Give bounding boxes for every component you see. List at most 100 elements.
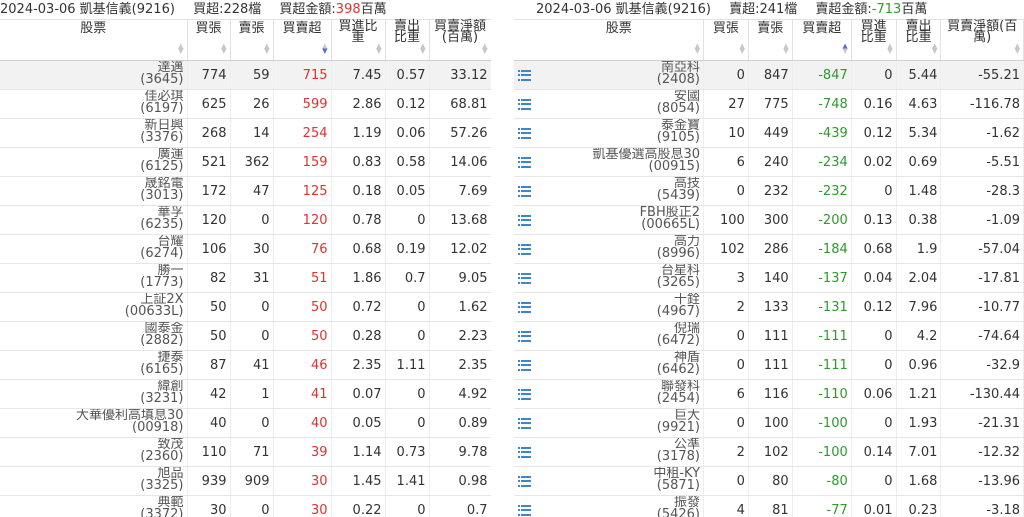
stock-cell[interactable]: 致茂 (2360) <box>0 437 188 467</box>
row-detail-button[interactable] <box>514 379 535 409</box>
stock-cell[interactable]: 聯發科 (2454) <box>534 379 705 409</box>
stock-code: (5871) <box>656 478 701 493</box>
row-detail-button[interactable] <box>514 495 535 517</box>
table-row[interactable]: 泰金寶 (9105) 10 449 -439 0.12 5.34 -1.62 <box>514 118 1024 148</box>
stock-cell[interactable]: 新日興 (3376) <box>0 118 188 148</box>
table-row[interactable]: 勝一 (1773) 82 31 51 1.86 0.7 9.05 <box>0 263 491 293</box>
stock-cell[interactable]: 緯創 (3231) <box>0 379 188 409</box>
row-detail-button[interactable] <box>514 118 535 148</box>
column-header-amount[interactable]: 買賣淨額(百萬) ▲ ▼ <box>940 19 1024 61</box>
stock-cell[interactable]: 倪瑞 (6472) <box>534 321 705 351</box>
row-detail-button[interactable] <box>514 292 535 322</box>
table-row[interactable]: 南亞科 (2408) 0 847 -847 0 5.44 -55.21 <box>514 60 1024 90</box>
row-detail-button[interactable] <box>514 350 535 380</box>
table-row[interactable]: 新日興 (3376) 268 14 254 1.19 0.06 57.26 <box>0 118 491 148</box>
column-header-sell-ratio[interactable]: 賣出比重 ▲ ▼ <box>896 19 942 61</box>
stock-cell[interactable]: 高技 (5439) <box>534 176 705 206</box>
table-row[interactable]: 緯創 (3231) 42 1 41 0.07 0 4.92 <box>0 379 491 409</box>
row-detail-button[interactable] <box>514 60 535 90</box>
table-row[interactable]: 上証2X (00633L) 50 0 50 0.72 0 1.62 <box>0 292 491 322</box>
row-detail-button[interactable] <box>514 205 535 235</box>
row-detail-button[interactable] <box>514 234 535 264</box>
stock-cell[interactable]: 公準 (3178) <box>534 437 705 467</box>
column-header-sell-ratio[interactable]: 賣出比重 ▲ ▼ <box>385 19 430 61</box>
buy-lots-cell: 0 <box>703 350 749 380</box>
table-row[interactable]: FBH股正2 (00665L) 100 300 -200 0.13 0.38 -1.09 <box>514 205 1024 235</box>
stock-cell[interactable]: 旭品 (3325) <box>0 466 188 496</box>
column-header-net[interactable]: 買賣超 ▲ ▼ <box>273 19 332 61</box>
row-detail-button[interactable] <box>514 321 535 351</box>
stock-cell[interactable]: 勝一 (1773) <box>0 263 188 293</box>
stock-cell[interactable]: 廣運 (6125) <box>0 147 188 177</box>
stock-cell[interactable]: 十銓 (4967) <box>534 292 705 322</box>
stock-cell[interactable]: 台星科 (3265) <box>534 263 705 293</box>
stock-cell[interactable]: 佳必琪 (6197) <box>0 89 188 119</box>
stock-cell[interactable]: 神盾 (6462) <box>534 350 705 380</box>
table-row[interactable]: 十銓 (4967) 2 133 -131 0.12 7.96 -10.77 <box>514 292 1024 322</box>
stock-cell[interactable]: 上証2X (00633L) <box>0 292 188 322</box>
table-row[interactable]: 捷泰 (6165) 87 41 46 2.35 1.11 2.35 <box>0 350 491 380</box>
table-row[interactable]: 巨大 (9921) 0 100 -100 0 1.93 -21.31 <box>514 408 1024 438</box>
stock-cell[interactable]: 高力 (8996) <box>534 234 705 264</box>
table-row[interactable]: 晟銘電 (3013) 172 47 125 0.18 0.05 7.69 <box>0 176 491 206</box>
column-header-sell[interactable]: 賣張 ▲ ▼ <box>230 19 274 61</box>
sell-lots-cell: 26 <box>230 89 274 119</box>
stock-cell[interactable]: 中租-KY (5871) <box>534 466 705 496</box>
column-header-buy[interactable]: 買張 ▲ ▼ <box>187 19 231 61</box>
row-detail-button[interactable] <box>514 263 535 293</box>
column-header-buy[interactable]: 買張 ▲ ▼ <box>703 19 749 61</box>
sell-ratio-cell: 0.38 <box>896 205 942 235</box>
table-row[interactable]: 致茂 (2360) 110 71 39 1.14 0.73 9.78 <box>0 437 491 467</box>
table-row[interactable]: 典範 (3372) 30 0 30 0.22 0 0.7 <box>0 495 491 517</box>
row-detail-button[interactable] <box>514 89 535 119</box>
row-detail-button[interactable] <box>514 408 535 438</box>
table-row[interactable]: 台耀 (6274) 106 30 76 0.68 0.19 12.02 <box>0 234 491 264</box>
stock-cell[interactable]: 國泰金 (2882) <box>0 321 188 351</box>
stock-cell[interactable]: 凱基優選高股息30 (00915) <box>534 147 705 177</box>
stock-cell[interactable]: 振發 (5426) <box>534 495 705 517</box>
table-row[interactable]: 高力 (8996) 102 286 -184 0.68 1.9 -57.04 <box>514 234 1024 264</box>
table-row[interactable]: 安國 (8054) 27 775 -748 0.16 4.63 -116.78 <box>514 89 1024 119</box>
stock-cell[interactable]: 華孚 (6235) <box>0 205 188 235</box>
stock-cell[interactable]: 巨大 (9921) <box>534 408 705 438</box>
table-row[interactable]: 振發 (5426) 4 81 -77 0.01 0.23 -3.18 <box>514 495 1024 517</box>
stock-cell[interactable]: 典範 (3372) <box>0 495 188 517</box>
table-row[interactable]: 高技 (5439) 0 232 -232 0 1.48 -28.3 <box>514 176 1024 206</box>
row-detail-button[interactable] <box>514 176 535 206</box>
stock-cell[interactable]: 泰金寶 (9105) <box>534 118 705 148</box>
stock-cell[interactable]: 達邁 (3645) <box>0 60 188 90</box>
stock-cell[interactable]: 台耀 (6274) <box>0 234 188 264</box>
table-row[interactable]: 神盾 (6462) 0 111 -111 0 0.96 -32.9 <box>514 350 1024 380</box>
table-row[interactable]: 國泰金 (2882) 50 0 50 0.28 0 2.23 <box>0 321 491 351</box>
stock-cell[interactable]: 南亞科 (2408) <box>534 60 705 90</box>
table-row[interactable]: 大華優利高填息30 (00918) 40 0 40 0.05 0 0.89 <box>0 408 491 438</box>
table-row[interactable]: 佳必琪 (6197) 625 26 599 2.86 0.12 68.81 <box>0 89 491 119</box>
stock-cell[interactable]: 大華優利高填息30 (00918) <box>0 408 188 438</box>
row-detail-button[interactable] <box>514 437 535 467</box>
table-row[interactable]: 達邁 (3645) 774 59 715 7.45 0.57 33.12 <box>0 60 491 90</box>
table-row[interactable]: 華孚 (6235) 120 0 120 0.78 0 13.68 <box>0 205 491 235</box>
table-row[interactable]: 中租-KY (5871) 0 80 -80 0 1.68 -13.96 <box>514 466 1024 496</box>
table-row[interactable]: 聯發科 (2454) 6 116 -110 0.06 1.21 -130.44 <box>514 379 1024 409</box>
table-row[interactable]: 倪瑞 (6472) 0 111 -111 0 4.2 -74.64 <box>514 321 1024 351</box>
table-row[interactable]: 台星科 (3265) 3 140 -137 0.04 2.04 -17.81 <box>514 263 1024 293</box>
stock-cell[interactable]: 晟銘電 (3013) <box>0 176 188 206</box>
column-header-amount[interactable]: 買賣淨額(百萬) ▲ ▼ <box>429 19 491 61</box>
table-row[interactable]: 廣運 (6125) 521 362 159 0.83 0.58 14.06 <box>0 147 491 177</box>
table-row[interactable]: 凱基優選高股息30 (00915) 6 240 -234 0.02 0.69 -5.51 <box>514 147 1024 177</box>
row-detail-button[interactable] <box>514 466 535 496</box>
column-header-buy-ratio[interactable]: 買進比重 ▲ ▼ <box>851 19 897 61</box>
row-detail-button[interactable] <box>514 147 535 177</box>
net-amount-cell: 33.12 <box>429 60 491 90</box>
column-header-sell[interactable]: 賣張 ▲ ▼ <box>748 19 793 61</box>
column-header-stock[interactable]: 股票 ▲ ▼ <box>0 19 188 61</box>
stock-cell[interactable]: FBH股正2 (00665L) <box>534 205 705 235</box>
column-header-buy-ratio[interactable]: 買進比重 ▲ ▼ <box>331 19 386 61</box>
stock-cell[interactable]: 安國 (8054) <box>534 89 705 119</box>
column-header-stock[interactable]: 股票 ▲ ▼ <box>534 19 705 61</box>
net-lots-cell: -137 <box>792 263 852 293</box>
table-row[interactable]: 旭品 (3325) 939 909 30 1.45 1.41 0.98 <box>0 466 491 496</box>
stock-cell[interactable]: 捷泰 (6165) <box>0 350 188 380</box>
table-row[interactable]: 公準 (3178) 2 102 -100 0.14 7.01 -12.32 <box>514 437 1024 467</box>
column-header-net[interactable]: 買賣超 ▲ ▼ <box>792 19 852 61</box>
